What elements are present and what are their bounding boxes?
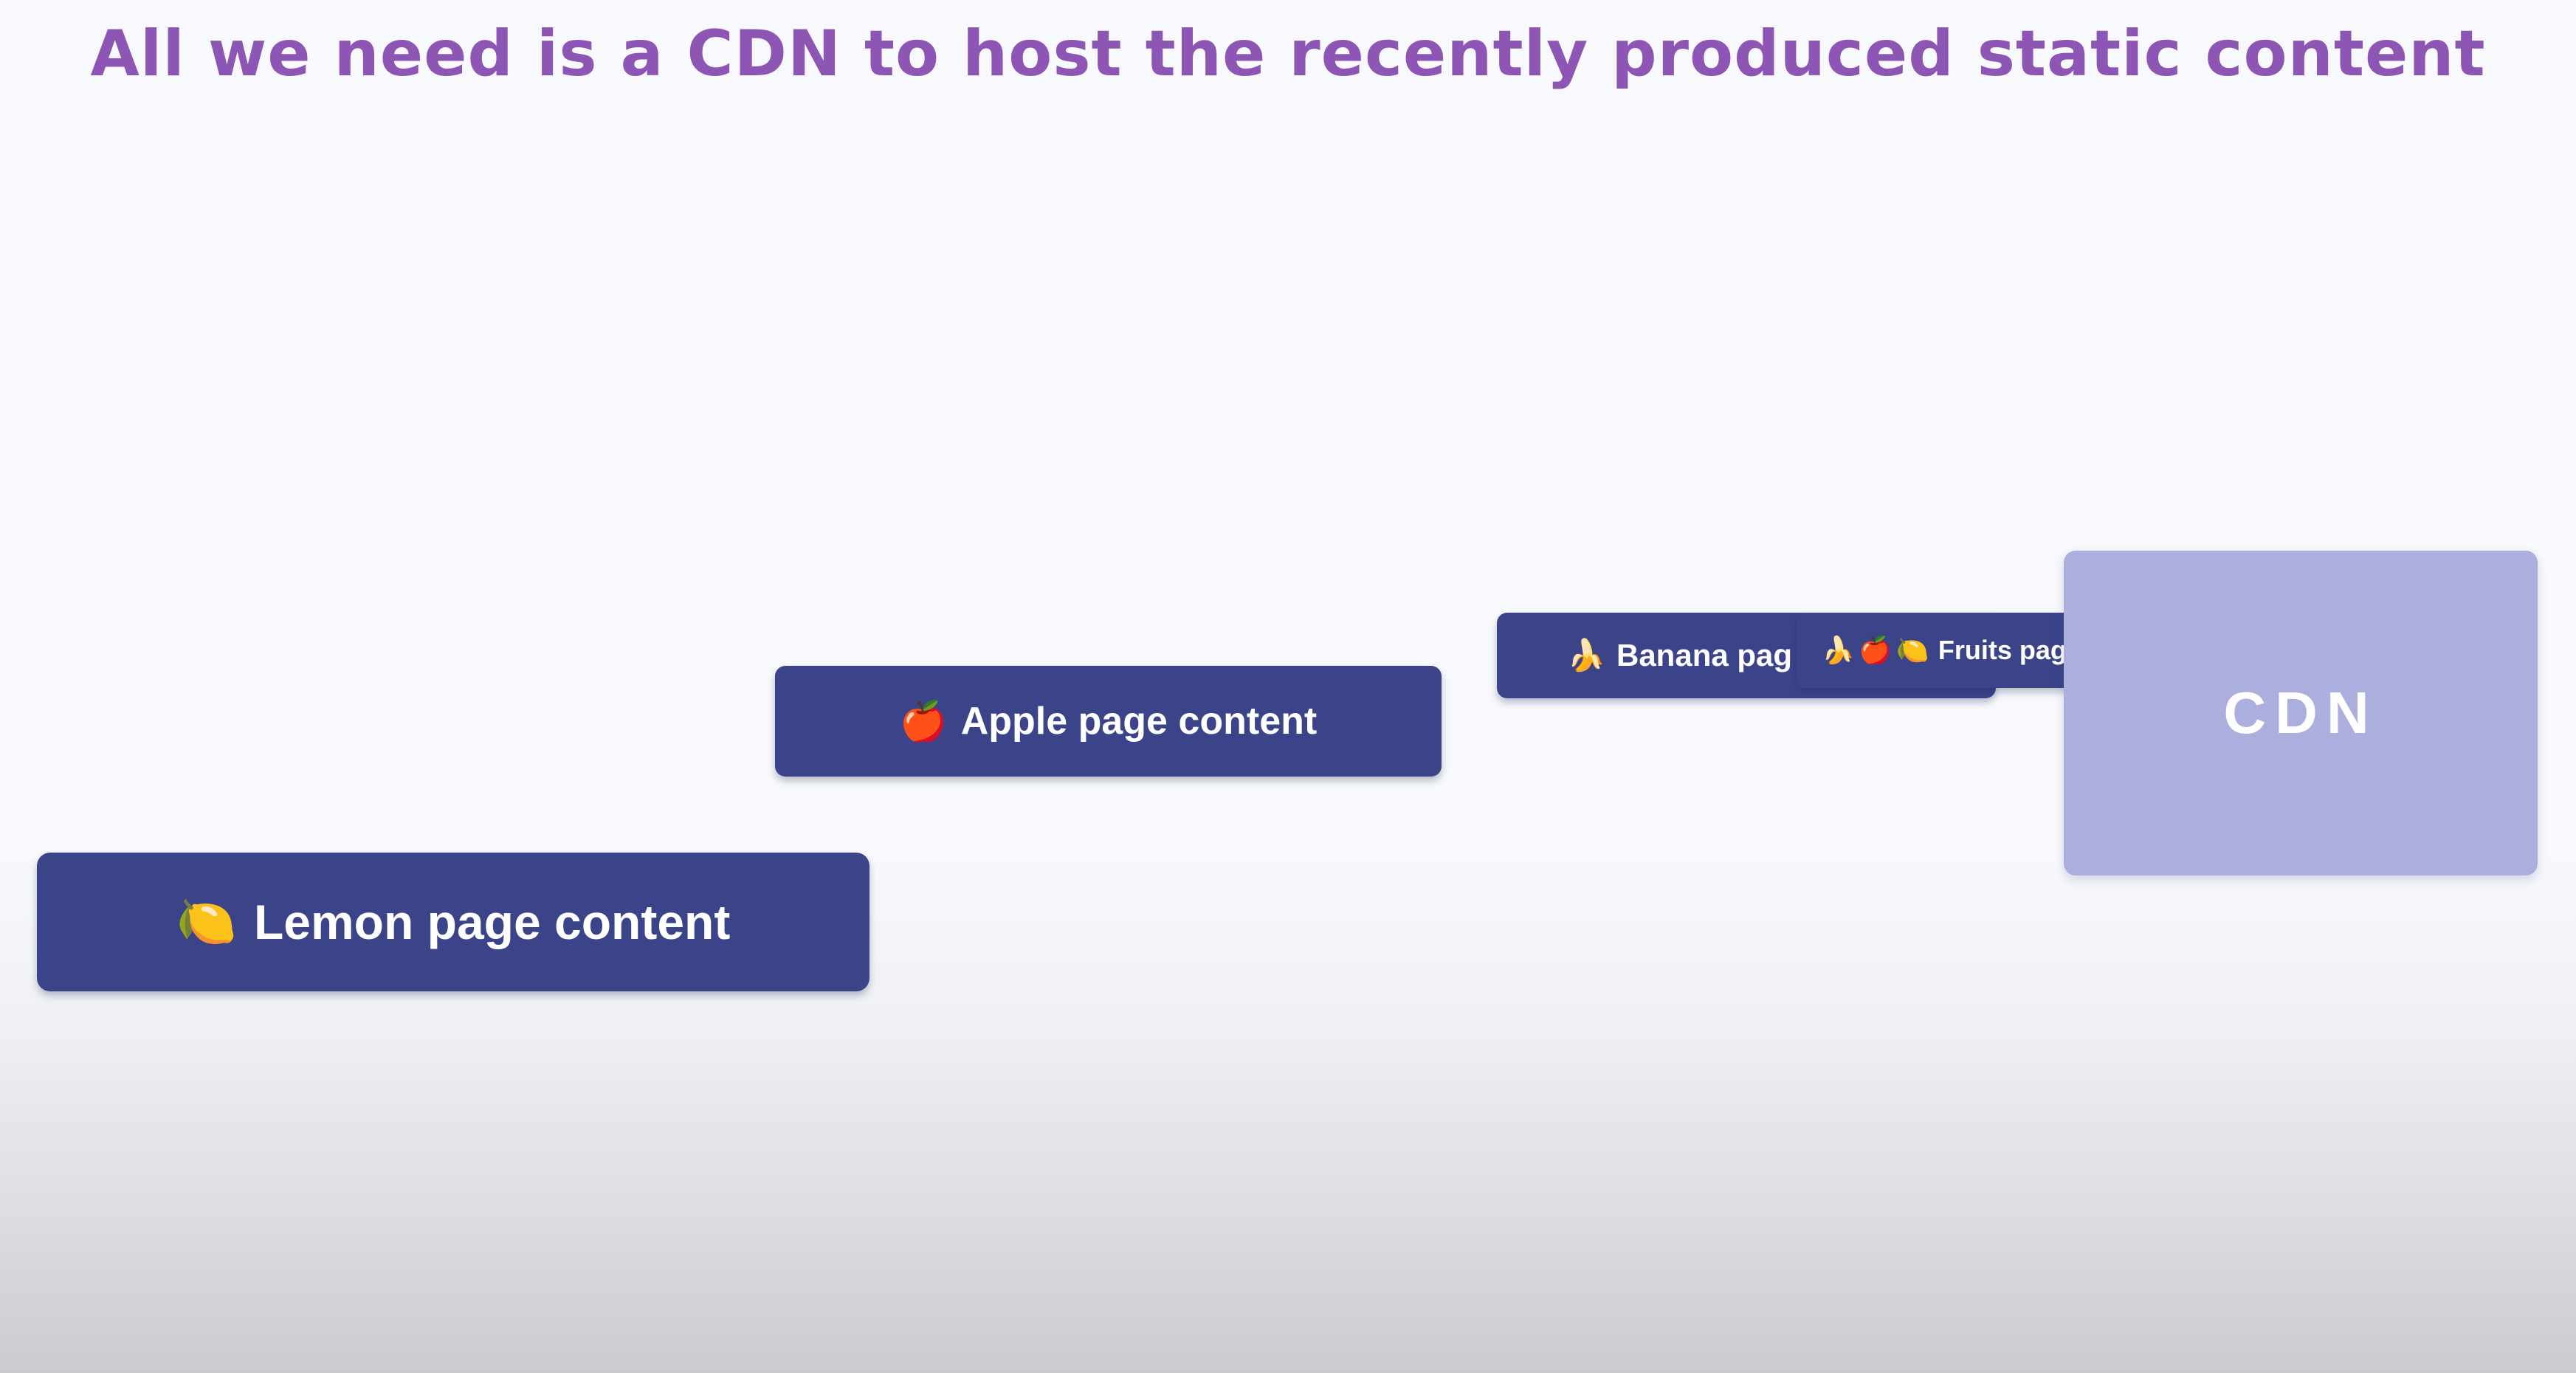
apple-icon: 🍎 (1859, 635, 1893, 665)
lemon-page-label: Lemon page content (253, 895, 731, 949)
lemon-icon: 🍋 (1895, 635, 1929, 665)
lemon-icon: 🍋 (176, 894, 237, 949)
banana-page-label: Banana pag (1616, 638, 1793, 672)
cdn-label: CDN (2223, 680, 2378, 746)
cdn-box: CDN (2064, 551, 2538, 875)
slide-title: All we need is a CDN to host the recentl… (90, 17, 2486, 91)
apple-page-label: Apple page content (960, 700, 1318, 743)
fruits-page-label: Fruits pag (1938, 635, 2067, 665)
apple-icon: 🍎 (899, 700, 948, 743)
lemon-page-card: 🍋 Lemon page content (37, 853, 869, 991)
banana-icon: 🍌 (1567, 637, 1606, 672)
apple-page-card: 🍎 Apple page content (775, 666, 1442, 777)
banana-icon: 🍌 (1822, 635, 1855, 665)
fruits-page-card: 🍌 🍎 🍋 Fruits pag (1797, 613, 2077, 688)
